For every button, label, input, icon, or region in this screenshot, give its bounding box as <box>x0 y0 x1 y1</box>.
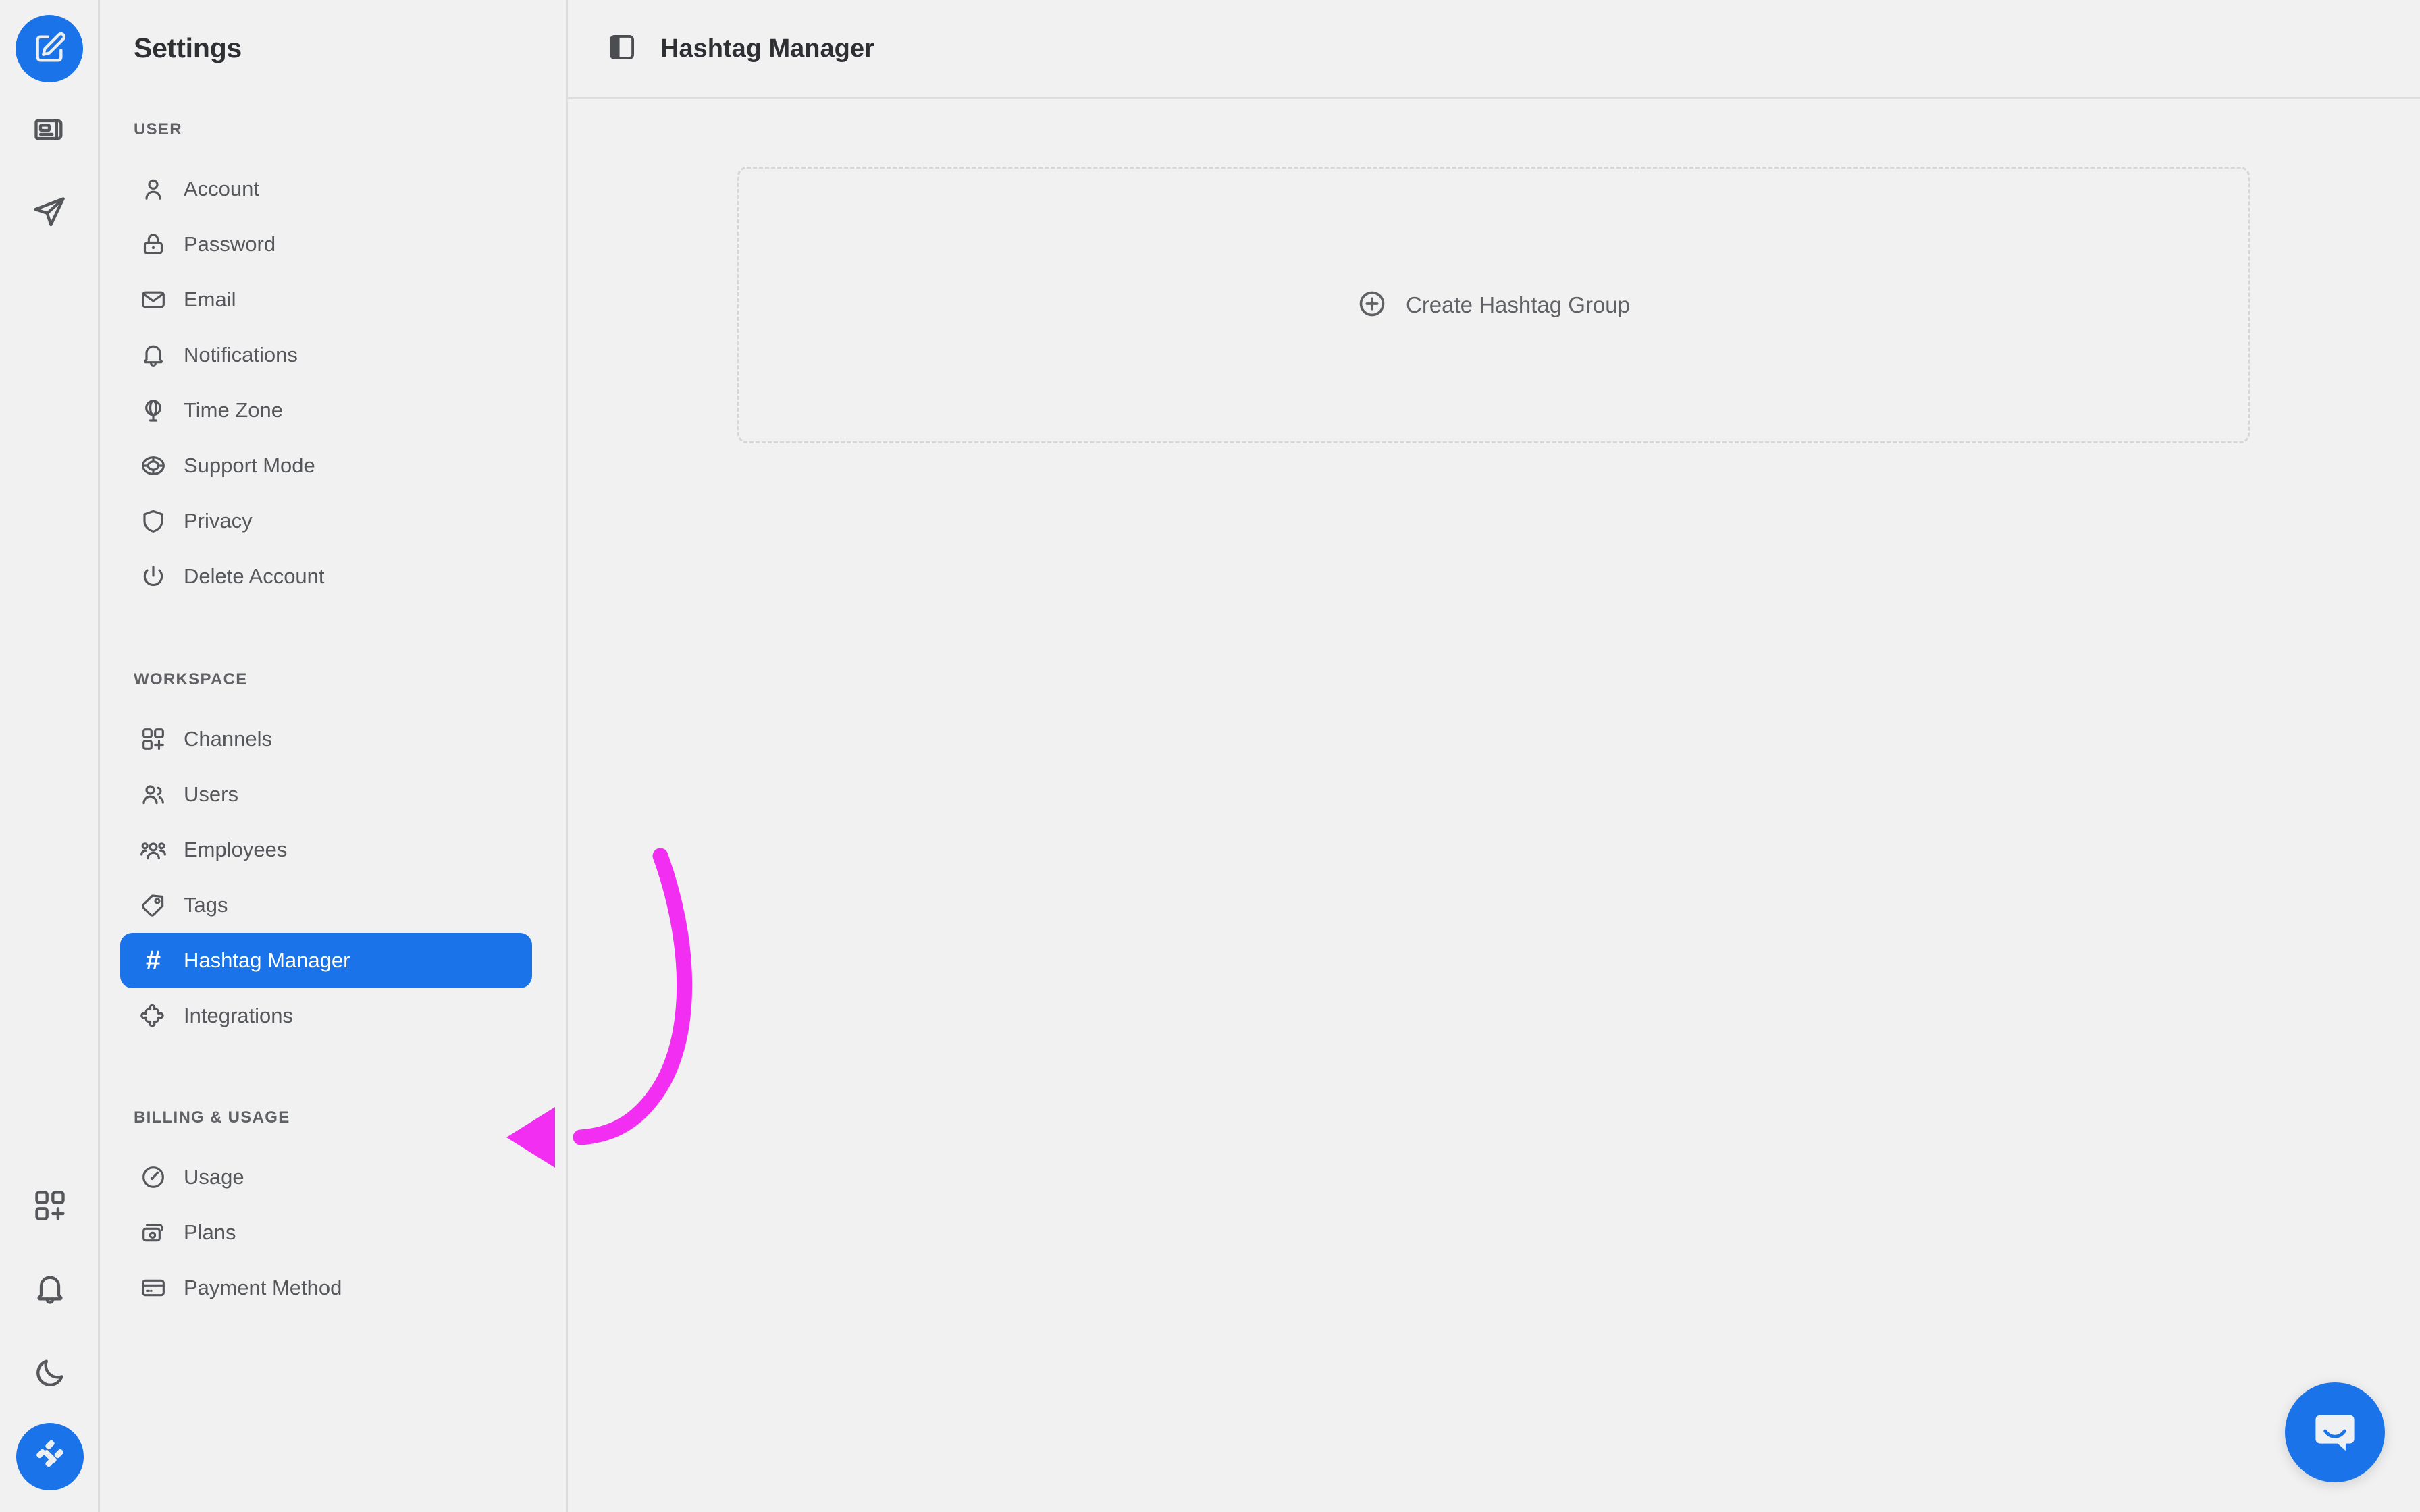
panel-toggle-icon[interactable] <box>606 32 637 66</box>
lock-icon <box>138 230 168 259</box>
sidebar-item-password[interactable]: Password <box>120 217 532 272</box>
nav-group-billing: Usage Plans Payment Method <box>100 1150 566 1316</box>
rail-top-group <box>15 0 83 246</box>
page-title: Hashtag Manager <box>660 34 874 63</box>
sidebar-item-label: Privacy <box>184 509 253 533</box>
sidebar-item-delete-account[interactable]: Delete Account <box>120 549 532 604</box>
apps-add-icon[interactable] <box>16 1172 84 1239</box>
sidebar-item-time-zone[interactable]: Time Zone <box>120 383 532 438</box>
main-content: Hashtag Manager Create Hashtag Group <box>568 0 2420 1512</box>
nav-group-user: Account Password Email Notifications Tim… <box>100 161 566 604</box>
employees-icon <box>138 835 168 865</box>
credit-card-icon <box>138 1273 168 1303</box>
plans-icon <box>138 1218 168 1247</box>
section-label-workspace: WORKSPACE <box>134 670 248 688</box>
sidebar-item-hashtag-manager[interactable]: # Hashtag Manager <box>120 933 532 988</box>
feed-icon[interactable] <box>16 96 83 163</box>
user-icon <box>138 174 168 204</box>
grid-add-icon <box>138 724 168 754</box>
send-icon[interactable] <box>16 178 83 246</box>
sidebar-item-usage[interactable]: Usage <box>120 1150 532 1205</box>
sidebar-item-label: Account <box>184 177 260 200</box>
plus-circle-icon <box>1357 289 1387 322</box>
gauge-icon <box>138 1162 168 1192</box>
globe-icon <box>138 396 168 425</box>
sidebar-item-label: Channels <box>184 727 272 751</box>
tag-icon <box>138 890 168 920</box>
sidebar-item-support-mode[interactable]: Support Mode <box>120 438 532 493</box>
bell-icon <box>138 340 168 370</box>
sidebar-item-label: Hashtag Manager <box>184 948 350 972</box>
sidebar-item-label: Delete Account <box>184 564 325 588</box>
sidebar-item-label: Password <box>184 232 276 256</box>
main-body: Create Hashtag Group <box>568 99 2420 1510</box>
lifebuoy-icon <box>138 451 168 481</box>
settings-panel-title: Settings <box>134 32 242 63</box>
intercom-messenger-icon[interactable] <box>2285 1382 2385 1482</box>
create-hashtag-group-button[interactable]: Create Hashtag Group <box>737 167 2250 443</box>
create-hashtag-group-label: Create Hashtag Group <box>1405 292 1630 317</box>
rail-bottom-group <box>0 1172 100 1490</box>
sidebar-item-employees[interactable]: Employees <box>120 822 532 878</box>
sidebar-item-label: Integrations <box>184 1004 293 1027</box>
compose-icon[interactable] <box>15 15 83 82</box>
sidebar-item-label: Support Mode <box>184 454 315 477</box>
sidebar-item-label: Time Zone <box>184 398 284 422</box>
sidebar-item-email[interactable]: Email <box>120 272 532 327</box>
sidebar-item-label: Notifications <box>184 343 298 367</box>
sidebar-item-label: Email <box>184 288 236 311</box>
app-root: Settings USER Account Password Email Not… <box>0 0 2420 1512</box>
sidebar-item-account[interactable]: Account <box>120 161 532 217</box>
moon-icon[interactable] <box>16 1339 84 1407</box>
sidebar-item-label: Employees <box>184 838 288 861</box>
mail-icon <box>138 285 168 315</box>
sidebar-item-tags[interactable]: Tags <box>120 878 532 933</box>
power-icon <box>138 562 168 591</box>
main-header: Hashtag Manager <box>568 0 2420 99</box>
sidebar-item-channels[interactable]: Channels <box>120 711 532 767</box>
section-label-billing-usage: BILLING & USAGE <box>134 1108 290 1127</box>
sidebar-item-label: Users <box>184 782 238 806</box>
sidebar-item-label: Usage <box>184 1165 244 1189</box>
sidebar-item-notifications[interactable]: Notifications <box>120 327 532 383</box>
sidebar-item-plans[interactable]: Plans <box>120 1205 532 1260</box>
app-icon-rail <box>0 0 100 1512</box>
sidebar-item-label: Tags <box>184 893 228 917</box>
bell-icon[interactable] <box>16 1256 84 1323</box>
shield-icon <box>138 506 168 536</box>
sidebar-item-payment-method[interactable]: Payment Method <box>120 1260 532 1316</box>
sidebar-item-label: Plans <box>184 1220 236 1244</box>
sidebar-item-users[interactable]: Users <box>120 767 532 822</box>
settings-sidebar: Settings USER Account Password Email Not… <box>100 0 568 1512</box>
sidebar-item-privacy[interactable]: Privacy <box>120 493 532 549</box>
workspace-avatar-icon[interactable] <box>16 1423 84 1490</box>
hash-icon: # <box>145 946 161 975</box>
nav-group-workspace: Channels Users Employees Tags # Hashtag … <box>100 711 566 1044</box>
users-icon <box>138 780 168 809</box>
sidebar-item-integrations[interactable]: Integrations <box>120 988 532 1044</box>
puzzle-icon <box>138 1001 168 1031</box>
sidebar-item-label: Payment Method <box>184 1276 342 1299</box>
section-label-user: USER <box>134 120 182 138</box>
